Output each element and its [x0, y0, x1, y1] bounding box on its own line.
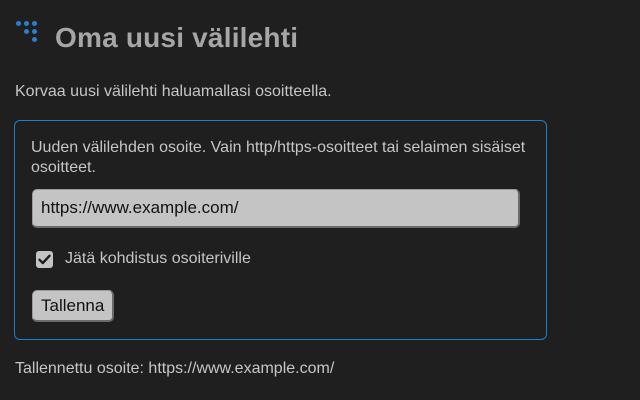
page-header: Oma uusi välilehti: [16, 21, 299, 54]
url-input[interactable]: [32, 189, 520, 228]
url-field-label: Uuden välilehden osoite. Vain http/https…: [31, 139, 526, 176]
focus-option[interactable]: Jätä kohdistus osoiteriville: [36, 250, 251, 268]
checkmark-icon: [38, 254, 51, 264]
page-title: Oma uusi välilehti: [55, 22, 299, 53]
focus-address-bar-checkbox[interactable]: [36, 250, 53, 268]
intro-text: Korvaa uusi välilehti haluamallasi osoit…: [15, 83, 332, 100]
settings-panel: Uuden välilehden osoite. Vain http/https…: [14, 120, 547, 340]
dots-logo-icon: [16, 21, 46, 51]
saved-address-status: Tallennettu osoite: https://www.example.…: [15, 360, 335, 377]
save-button[interactable]: Tallenna: [32, 290, 115, 322]
focus-address-bar-label[interactable]: Jätä kohdistus osoiteriville: [65, 250, 251, 268]
